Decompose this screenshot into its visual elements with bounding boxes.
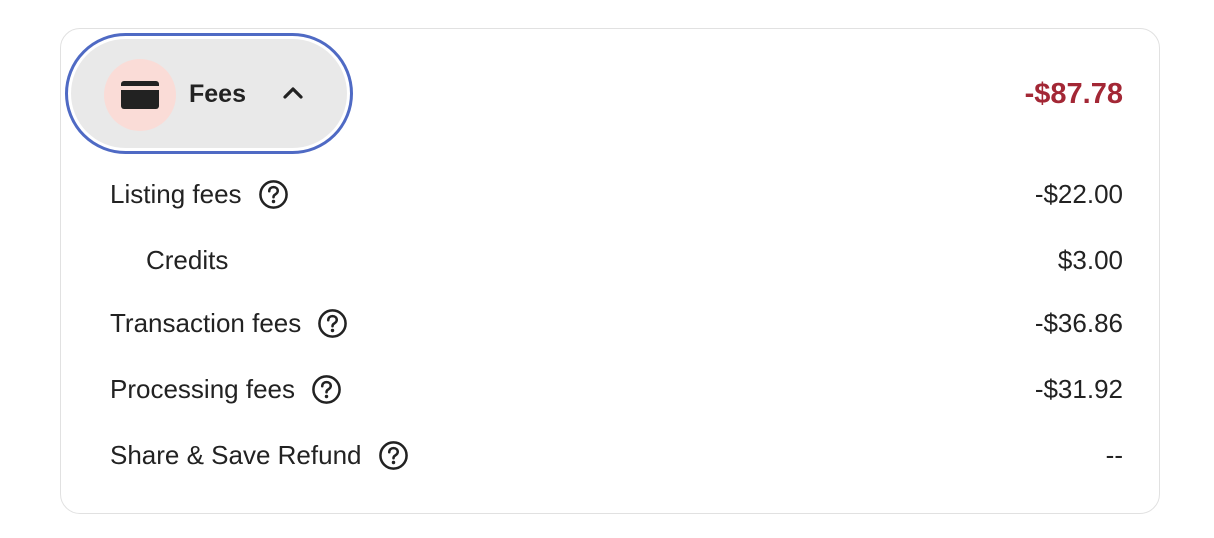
fee-row-label: Processing fees [110,373,295,404]
fee-row-label-wrap: Listing fees [110,179,289,210]
fee-row-label-wrap: Processing fees [110,374,342,405]
fee-row-amount: -$22.00 [1034,178,1123,209]
fee-row-label-wrap: Transaction fees [110,308,348,339]
fee-row-listing: Listing fees -$22.00 [110,177,1123,211]
fees-total: -$87.78 [1024,78,1123,110]
fee-row-label-wrap: Credits [110,245,228,276]
fee-row-label-wrap: Share & Save Refund [110,440,409,471]
fees-card: Fees -$87.78 Listing fees -$22.00 Credit… [60,28,1160,514]
help-icon[interactable] [258,179,289,210]
chevron-up-icon [283,87,303,99]
fees-toggle-surface: Fees [71,39,347,148]
help-icon[interactable] [311,374,342,405]
fees-toggle-button[interactable]: Fees [65,33,353,154]
help-icon[interactable] [317,308,348,339]
fee-row-transaction: Transaction fees -$36.86 [110,306,1123,340]
fee-row-amount: -$36.86 [1034,307,1123,338]
fee-row-credits: Credits $3.00 [110,243,1123,277]
fee-row-label: Transaction fees [110,307,302,338]
credit-card-icon [121,81,159,109]
fee-row-processing: Processing fees -$31.92 [110,372,1123,406]
help-icon[interactable] [378,440,409,471]
fee-row-label: Listing fees [110,178,242,209]
fees-icon-badge [104,59,176,131]
fee-row-amount: $3.00 [1057,244,1123,275]
fee-row-amount: -- [1105,439,1123,470]
fees-toggle-label: Fees [189,80,246,108]
fee-row-label: Share & Save Refund [110,439,362,470]
fee-row-share-save-refund: Share & Save Refund -- [110,438,1123,472]
fee-row-label: Credits [146,244,229,275]
fee-row-amount: -$31.92 [1034,373,1123,404]
